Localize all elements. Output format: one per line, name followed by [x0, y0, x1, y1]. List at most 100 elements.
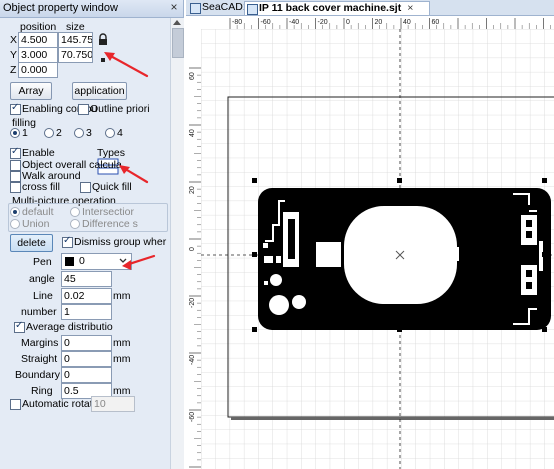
y-position-input[interactable]: 3.000 [18, 47, 58, 63]
enable-checkbox[interactable] [10, 146, 21, 159]
tab-label: IP 11 back cover machine.sjt [259, 2, 402, 14]
line-input[interactable]: 0.02 [61, 288, 112, 304]
v-ruler-label: -40 [189, 355, 196, 365]
angle-label: angle [29, 273, 55, 285]
padlock-icon[interactable] [96, 33, 110, 47]
array-button[interactable]: Array [10, 82, 52, 100]
back-cover-shape [258, 188, 551, 330]
object-overall-checkbox[interactable] [10, 160, 21, 171]
margins-unit: mm [113, 337, 131, 349]
quick-fill-checkbox[interactable] [80, 182, 91, 193]
filling-radio-3[interactable] [74, 128, 84, 138]
filling-radio-1[interactable] [10, 128, 20, 138]
average-distribution-label: Average distributio [26, 321, 113, 333]
enable-label: Enable [22, 147, 55, 159]
pen-value: 0 [79, 255, 85, 267]
panel-title: Object property window [3, 2, 118, 14]
walk-around-checkbox[interactable] [10, 171, 21, 182]
angle-input[interactable]: 45 [61, 271, 112, 287]
dismiss-group-label: Dismiss group wher [74, 236, 167, 248]
v-ruler-label: 0 [189, 247, 196, 251]
boundary-input[interactable]: 0 [61, 367, 112, 383]
chevron-down-icon [119, 258, 127, 263]
line-label: Line [33, 290, 53, 302]
v-ruler-label: -20 [189, 298, 196, 308]
delete-button[interactable]: delete [10, 234, 53, 252]
x-position-input[interactable]: 4.500 [18, 32, 58, 48]
margins-label: Margins [21, 337, 59, 349]
cross-fill-checkbox[interactable] [10, 182, 21, 193]
difference-radio[interactable] [70, 219, 80, 229]
tab-close-icon[interactable]: × [407, 2, 413, 14]
automatic-rotation-checkbox[interactable] [10, 399, 21, 410]
union-label: Union [22, 218, 50, 230]
filling-option-3: 3 [86, 127, 92, 139]
work-area-shadow [231, 417, 554, 420]
filling-option-4: 4 [117, 127, 123, 139]
object-property-panel: Object property window × position size X… [0, 0, 184, 469]
h-ruler-label: -40 [289, 19, 299, 26]
document-icon [190, 3, 201, 14]
cross-fill-label: cross fill [22, 181, 60, 193]
outline-priority-label: Outline priori [90, 103, 150, 115]
straight-unit: mm [113, 353, 131, 365]
application-button[interactable]: application [72, 82, 127, 100]
automatic-rotation-input[interactable]: 10 [91, 396, 135, 412]
tab-seacad1[interactable]: SeaCAD1 [188, 1, 252, 14]
margins-input[interactable]: 0 [61, 335, 112, 351]
panel-title-bar: Object property window × [0, 0, 183, 18]
pen-label: Pen [33, 256, 52, 268]
scroll-thumb[interactable] [172, 28, 184, 58]
union-radio[interactable] [10, 219, 20, 229]
tab-ip11-back-cover[interactable]: IP 11 back cover machine.sjt × [244, 1, 430, 15]
x-label: X [10, 34, 18, 46]
average-distribution-checkbox[interactable] [14, 320, 25, 333]
difference-label: Difference s [82, 218, 138, 230]
h-ruler-label: -80 [232, 19, 242, 26]
boundary-label: Boundary [15, 369, 60, 381]
width-input[interactable]: 145.750 [58, 32, 93, 48]
outline-priority-checkbox[interactable] [78, 104, 89, 115]
quick-fill-label: Quick fill [92, 181, 132, 193]
panel-scrollbar[interactable] [170, 18, 184, 469]
number-label: number [21, 306, 57, 318]
dismiss-group-checkbox[interactable] [62, 235, 73, 248]
filling-radio-4[interactable] [105, 128, 115, 138]
h-ruler-label: -60 [261, 19, 271, 26]
z-position-input[interactable]: 0.000 [18, 62, 58, 78]
v-ruler-label: 60 [189, 72, 196, 80]
v-ruler-label: 20 [189, 186, 196, 194]
scroll-up-icon[interactable] [173, 20, 181, 25]
lock-dot [101, 58, 105, 62]
h-ruler-label: 20 [375, 19, 383, 26]
h-ruler-label: 0 [346, 19, 350, 26]
ruler-corner [186, 16, 202, 30]
h-ruler-label: -20 [318, 19, 328, 26]
intersection-radio[interactable] [70, 207, 80, 217]
height-input[interactable]: 70.750 [58, 47, 93, 63]
h-ruler-label: 40 [403, 19, 411, 26]
vertical-ruler: 60 40 20 0 -20 -40 -60 [186, 29, 202, 469]
ring-label: Ring [31, 385, 53, 397]
pen-color-swatch [65, 257, 74, 266]
v-ruler-label: 40 [189, 129, 196, 137]
straight-label: Straight [21, 353, 58, 365]
tab-label: SeaCAD1 [202, 1, 249, 13]
h-ruler-label: 60 [432, 19, 440, 26]
enabling-contour-checkbox[interactable] [10, 102, 21, 115]
filling-radio-2[interactable] [44, 128, 54, 138]
close-icon[interactable]: × [168, 1, 180, 14]
intersection-label: Intersectior [82, 206, 134, 218]
line-unit: mm [113, 290, 131, 302]
y-label: Y [10, 49, 18, 61]
pen-select[interactable]: 0 [61, 253, 132, 270]
number-input[interactable]: 1 [61, 304, 112, 320]
filling-option-1: 1 [22, 127, 28, 139]
v-ruler-label: -60 [189, 412, 196, 422]
drawing-canvas[interactable] [201, 29, 554, 469]
straight-input[interactable]: 0 [61, 351, 112, 367]
z-label: Z [10, 64, 17, 76]
document-icon [247, 4, 258, 15]
default-radio[interactable] [10, 207, 20, 217]
horizontal-ruler: -80 -60 -40 -20 0 20 40 60 [201, 16, 554, 30]
